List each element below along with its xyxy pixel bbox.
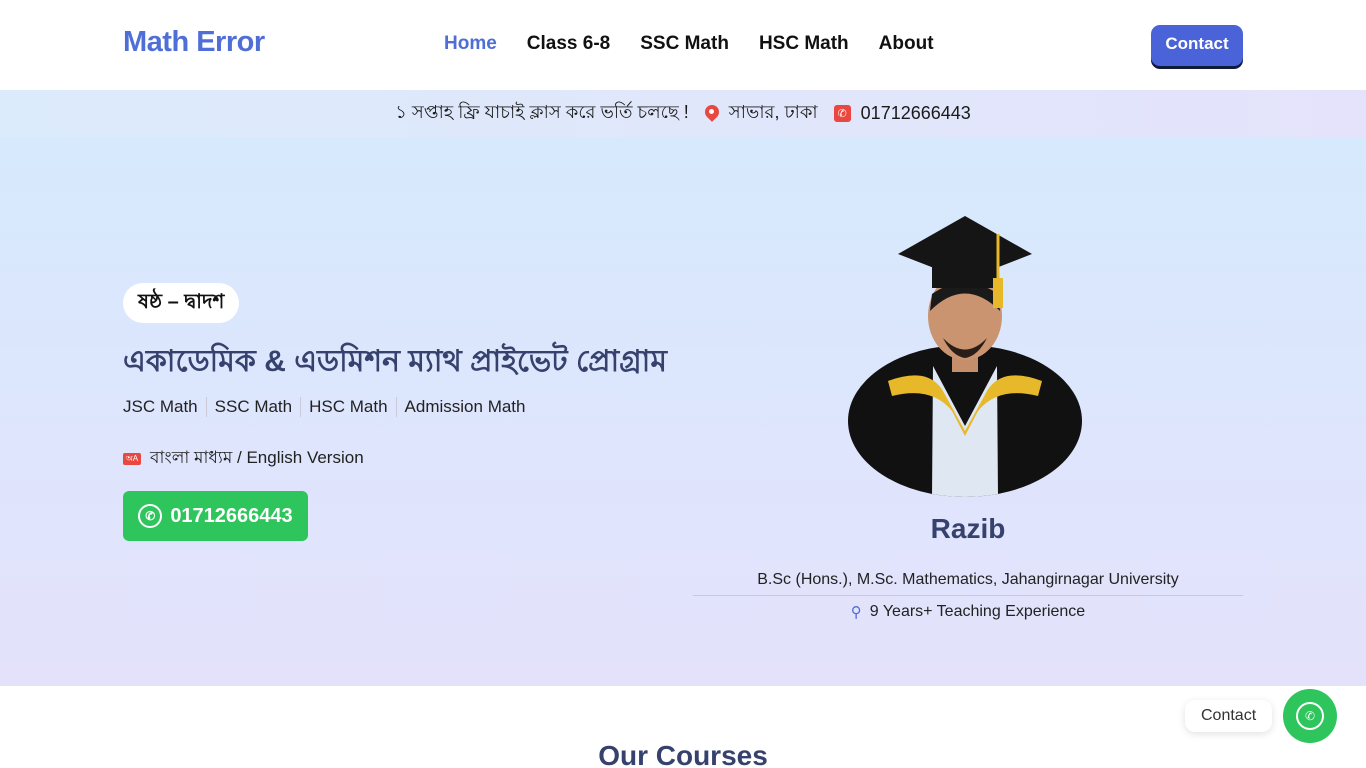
nav-hsc-math[interactable]: HSC Math (759, 33, 849, 55)
nav-home[interactable]: Home (444, 33, 497, 55)
medium-info: অA বাংলা মাধ্যম / English Version (123, 445, 364, 473)
phone-icon: ✆ (833, 105, 851, 122)
experience-text: 9 Years+ Teaching Experience (869, 603, 1086, 620)
teacher-degree: B.Sc (Hons.), M.Sc. Mathematics, Jahangi… (693, 571, 1243, 596)
hero-title: একাডেমিক & এডমিশন ম্যাথ প্রাইভেট প্রোগ্র… (123, 345, 668, 378)
subject-tags: JSC Math SSC Math HSC Math Admission Mat… (123, 397, 533, 417)
info-bar: ১ সপ্তাহ ফ্রি যাচাই ক্লাস করে ভর্তি চলছে… (0, 90, 1366, 137)
promo-text: ১ সপ্তাহ ফ্রি যাচাই ক্লাস করে ভর্তি চলছে… (395, 102, 689, 122)
floating-whatsapp-button[interactable]: ✆ (1283, 689, 1337, 743)
site-logo[interactable]: Math Error (123, 26, 265, 59)
tag-ssc-math: SSC Math (205, 397, 300, 417)
whatsapp-number: 01712666443 (170, 504, 293, 527)
compass-icon: ⚲ (850, 604, 862, 621)
floating-contact-label[interactable]: Contact (1185, 700, 1273, 732)
tag-jsc-math: JSC Math (123, 397, 198, 416)
phone-text[interactable]: 01712666443 (861, 103, 971, 124)
tag-hsc-math: HSC Math (300, 397, 395, 417)
whatsapp-button[interactable]: ✆ 01712666443 (123, 491, 308, 541)
location-info: সাভার, ঢাকা (705, 98, 818, 129)
courses-title: Our Courses (598, 740, 768, 768)
site-header: Math Error Home Class 6-8 SSC Math HSC M… (0, 0, 1366, 90)
whatsapp-icon: ✆ (138, 504, 163, 528)
language-icon: অA (123, 453, 141, 465)
location-pin-icon (705, 105, 719, 123)
phone-info: ✆ 01712666443 (833, 103, 971, 124)
hero-section: ষষ্ঠ – দ্বাদশ একাডেমিক & এডমিশন ম্যাথ প্… (0, 137, 1366, 686)
main-nav: Home Class 6-8 SSC Math HSC Math About (444, 33, 964, 55)
teacher-avatar (848, 216, 1082, 497)
whatsapp-icon: ✆ (1296, 702, 1324, 730)
nav-class-6-8[interactable]: Class 6-8 (527, 33, 610, 55)
teacher-name: Razib (930, 513, 1006, 544)
teacher-experience: ⚲ 9 Years+ Teaching Experience (693, 603, 1243, 621)
contact-button[interactable]: Contact (1151, 25, 1243, 66)
nav-about[interactable]: About (879, 33, 934, 55)
location-text: সাভার, ঢাকা (728, 102, 818, 122)
tag-admission-math: Admission Math (395, 397, 534, 417)
class-range-badge: ষষ্ঠ – দ্বাদশ (123, 283, 240, 323)
medium-text: বাংলা মাধ্যম / English Version (150, 448, 364, 467)
nav-ssc-math[interactable]: SSC Math (640, 33, 729, 55)
